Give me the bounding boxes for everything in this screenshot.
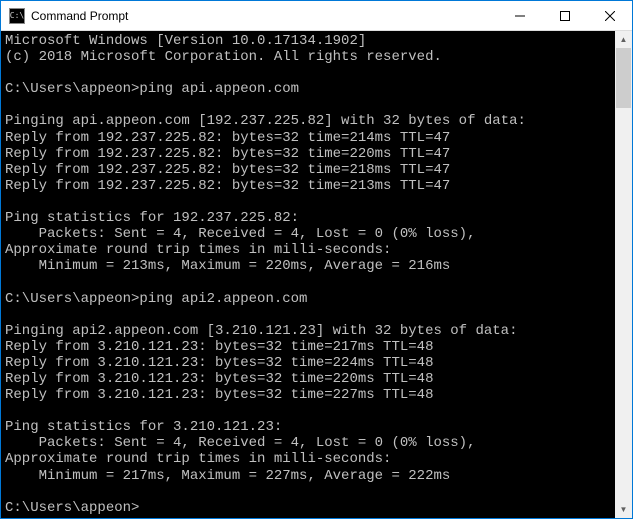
console-line: Reply from 3.210.121.23: bytes=32 time=2… [5, 339, 433, 355]
console-line: Microsoft Windows [Version 10.0.17134.19… [5, 33, 366, 49]
console-line: Packets: Sent = 4, Received = 4, Lost = … [5, 435, 475, 451]
scroll-down-arrow-icon[interactable]: ▼ [615, 501, 632, 518]
console-line: Reply from 192.237.225.82: bytes=32 time… [5, 146, 450, 162]
scrollbar-track[interactable] [615, 48, 632, 501]
minimize-button[interactable] [497, 1, 542, 30]
console-line: Reply from 3.210.121.23: bytes=32 time=2… [5, 355, 433, 371]
console-line: Approximate round trip times in milli-se… [5, 242, 391, 258]
console-line: Pinging api2.appeon.com [3.210.121.23] w… [5, 323, 517, 339]
console-prompt-cursor[interactable]: C:\Users\appeon> [5, 500, 139, 516]
console-line: Reply from 192.237.225.82: bytes=32 time… [5, 178, 450, 194]
console-line: (c) 2018 Microsoft Corporation. All righ… [5, 49, 442, 65]
console-line: Ping statistics for 3.210.121.23: [5, 419, 282, 435]
maximize-button[interactable] [542, 1, 587, 30]
console-line: Reply from 192.237.225.82: bytes=32 time… [5, 162, 450, 178]
console-line: Packets: Sent = 4, Received = 4, Lost = … [5, 226, 475, 242]
console-output[interactable]: Microsoft Windows [Version 10.0.17134.19… [1, 31, 615, 518]
console-prompt-line: C:\Users\appeon>ping api.appeon.com [5, 81, 299, 97]
close-button[interactable] [587, 1, 632, 30]
console-wrapper: Microsoft Windows [Version 10.0.17134.19… [1, 31, 632, 518]
console-line: Minimum = 213ms, Maximum = 220ms, Averag… [5, 258, 450, 274]
console-prompt-line: C:\Users\appeon>ping api2.appeon.com [5, 291, 307, 307]
window-controls [497, 1, 632, 30]
console-line: Minimum = 217ms, Maximum = 227ms, Averag… [5, 468, 450, 484]
scroll-up-arrow-icon[interactable]: ▲ [615, 31, 632, 48]
console-line: Reply from 3.210.121.23: bytes=32 time=2… [5, 371, 433, 387]
console-line: Pinging api.appeon.com [192.237.225.82] … [5, 113, 526, 129]
cmd-icon: C:\ [9, 8, 25, 24]
console-line: Ping statistics for 192.237.225.82: [5, 210, 299, 226]
console-line: Reply from 192.237.225.82: bytes=32 time… [5, 130, 450, 146]
console-line: Reply from 3.210.121.23: bytes=32 time=2… [5, 387, 433, 403]
vertical-scrollbar[interactable]: ▲ ▼ [615, 31, 632, 518]
titlebar[interactable]: C:\ Command Prompt [1, 1, 632, 31]
console-line: Approximate round trip times in milli-se… [5, 451, 391, 467]
window-title: Command Prompt [31, 9, 497, 23]
scrollbar-thumb[interactable] [616, 48, 631, 108]
